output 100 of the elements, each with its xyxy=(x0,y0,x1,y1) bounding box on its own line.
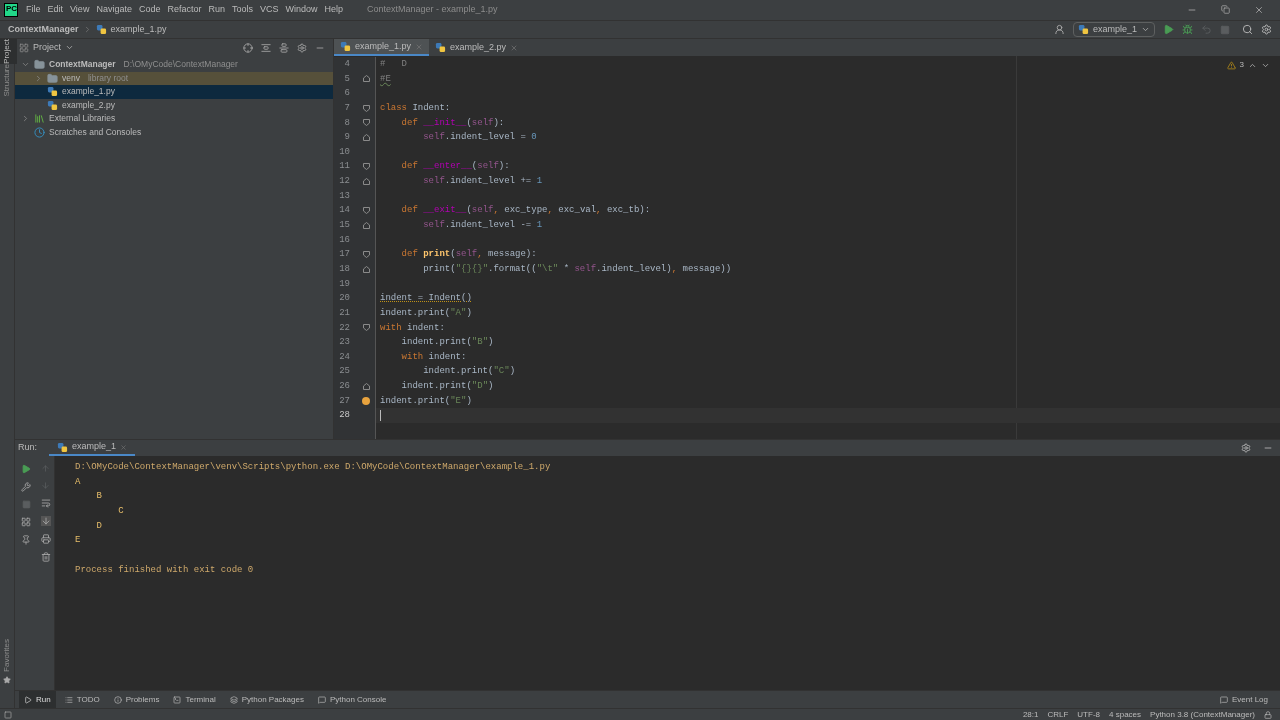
fold-start-icon[interactable] xyxy=(363,163,370,171)
side-tab[interactable]: Project xyxy=(0,39,17,64)
fold-end-icon[interactable] xyxy=(363,134,370,141)
status-item[interactable]: UTF-8 xyxy=(1077,708,1100,720)
pin-icon[interactable] xyxy=(21,535,31,545)
line-number: 28 xyxy=(338,409,350,423)
tool-window-button[interactable]: Problems xyxy=(108,691,165,708)
breadcrumb[interactable]: ContextManager xyxy=(8,22,79,37)
status-item[interactable]: 28:1 xyxy=(1022,708,1039,720)
breadcrumb[interactable]: example_1.py xyxy=(110,22,167,37)
console-line: D xyxy=(95,519,103,533)
rerun-icon[interactable] xyxy=(21,464,31,474)
line-number: 12 xyxy=(338,175,350,189)
menu-item[interactable]: Refactor xyxy=(167,3,202,17)
code-line: self.indent_level -= 1 xyxy=(422,220,543,231)
fold-end-icon[interactable] xyxy=(363,382,370,390)
tool-window-button[interactable]: Run xyxy=(19,691,56,708)
fold-end-icon[interactable] xyxy=(363,75,370,83)
console-line: D:\OMyCode\ContextManager\venv\Scripts\python.exe D:\OMyCode\ContextManager\example_1.py xyxy=(75,461,552,474)
tree-item-label: example_1.py xyxy=(62,85,115,99)
menu-item[interactable]: Code xyxy=(138,3,161,17)
editor-tab[interactable]: example_2.py xyxy=(429,39,525,56)
print-icon[interactable] xyxy=(40,534,51,544)
close-icon[interactable] xyxy=(1254,5,1264,15)
close-tab-icon[interactable] xyxy=(510,43,519,52)
fold-start-icon[interactable] xyxy=(363,251,370,259)
tree-item-label: External Libraries xyxy=(49,112,116,126)
settings-icon[interactable] xyxy=(297,42,307,53)
code-line: indent.print("A") xyxy=(380,307,472,318)
warning-count[interactable]: 3 xyxy=(1239,58,1244,73)
line-number: 6 xyxy=(343,87,350,101)
scroll-to-end-icon[interactable] xyxy=(40,516,51,526)
menu-item[interactable]: Edit xyxy=(47,3,64,17)
star-icon[interactable] xyxy=(3,676,11,684)
toggle-panels-icon[interactable] xyxy=(4,710,12,719)
status-item[interactable]: Python 3.8 (ContextManager) xyxy=(1150,708,1255,720)
menu-item[interactable]: VCS xyxy=(260,3,279,17)
run-configuration-dropdown[interactable]: example_1 xyxy=(1072,22,1155,37)
debug-icon[interactable] xyxy=(1182,24,1193,35)
code-line: #E xyxy=(380,73,391,84)
tool-window-button[interactable]: Python Console xyxy=(312,691,392,708)
trash-icon[interactable] xyxy=(40,552,51,562)
line-number: 20 xyxy=(338,292,350,306)
status-item[interactable]: 4 spaces xyxy=(1109,708,1142,720)
search-icon[interactable] xyxy=(1242,24,1253,35)
panel-title[interactable]: Project xyxy=(33,40,61,55)
line-number: 18 xyxy=(338,262,350,276)
bulb-icon[interactable] xyxy=(362,397,370,406)
settings-icon[interactable] xyxy=(1261,24,1272,35)
panel-title: Run: xyxy=(18,441,37,455)
menu-item[interactable]: Tools xyxy=(231,3,253,17)
warning-icon[interactable] xyxy=(1226,60,1236,70)
dropdown-icon[interactable] xyxy=(65,43,74,52)
lock-icon[interactable] xyxy=(1264,710,1272,719)
soft-wrap-icon[interactable] xyxy=(40,498,51,508)
fold-start-icon[interactable] xyxy=(363,324,370,332)
menu-item[interactable]: View xyxy=(70,3,90,17)
line-number: 11 xyxy=(338,160,350,174)
expand-all-icon[interactable] xyxy=(261,42,271,53)
editor-tab[interactable]: example_1.py xyxy=(334,39,430,56)
python-file-icon xyxy=(435,42,447,53)
app-logo[interactable]: PC xyxy=(4,3,18,17)
status-item[interactable]: CRLF xyxy=(1047,708,1069,720)
tool-window-button[interactable]: Terminal xyxy=(168,691,221,708)
folder-icon xyxy=(34,59,45,71)
tree-item-label: venv xyxy=(62,71,80,85)
menu-item[interactable]: File xyxy=(26,3,41,17)
fold-end-icon[interactable] xyxy=(363,221,370,229)
line-number: 22 xyxy=(338,321,350,335)
settings-icon[interactable] xyxy=(1241,443,1251,453)
tool-window-button[interactable]: Python Packages xyxy=(224,691,309,708)
text-cursor xyxy=(380,410,381,422)
locate-icon[interactable] xyxy=(243,42,253,53)
tree-item-label: ContextManager xyxy=(49,58,116,72)
wrench-icon[interactable] xyxy=(21,482,31,492)
menu-item[interactable]: Run xyxy=(208,3,225,17)
event-log-button[interactable]: Event Log xyxy=(1219,693,1268,706)
user-icon[interactable] xyxy=(1053,24,1065,35)
fold-end-icon[interactable] xyxy=(363,177,370,185)
close-tab-icon[interactable] xyxy=(120,443,128,451)
menu-item[interactable]: Navigate xyxy=(96,3,132,17)
collapse-all-icon[interactable] xyxy=(279,42,289,53)
menu-item[interactable]: Window xyxy=(285,3,318,17)
restore-icon[interactable] xyxy=(1221,5,1230,14)
tree-item[interactable]: example_1.py xyxy=(15,85,333,99)
fold-start-icon[interactable] xyxy=(363,119,370,127)
run-icon[interactable] xyxy=(1163,24,1174,35)
code-line: self.indent_level += 1 xyxy=(422,176,543,187)
fold-start-icon[interactable] xyxy=(363,207,370,215)
line-number: 4 xyxy=(343,58,350,71)
tool-window-button[interactable]: TODO xyxy=(59,691,105,708)
tree-item-label: Scratches and Consoles xyxy=(49,125,142,139)
fold-start-icon[interactable] xyxy=(363,104,370,112)
layout-icon[interactable] xyxy=(21,517,31,527)
code-line: indent.print("D") xyxy=(400,381,494,392)
line-number: 13 xyxy=(338,189,350,203)
tree-item-hint: D:\OMyCode\ContextManager xyxy=(123,58,238,72)
menu-item[interactable]: Help xyxy=(324,3,344,17)
fold-end-icon[interactable] xyxy=(363,265,370,273)
side-tab[interactable]: Favorites xyxy=(0,639,17,672)
